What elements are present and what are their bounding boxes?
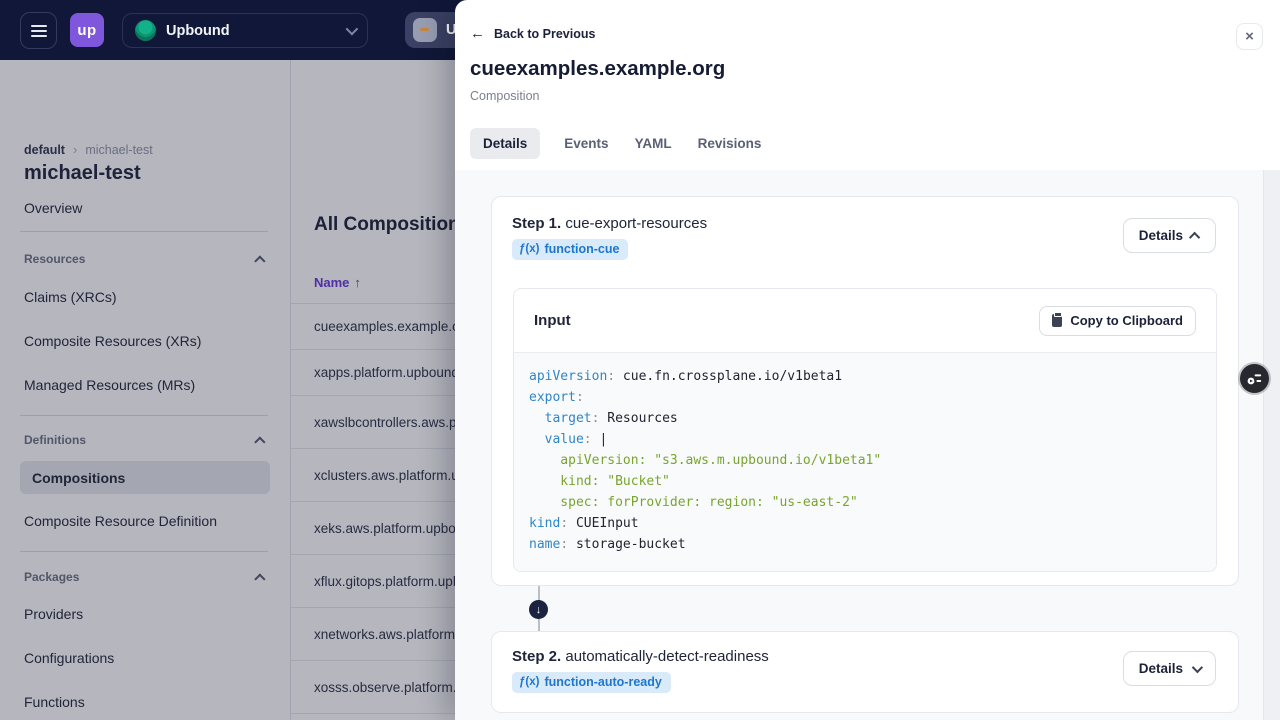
copy-to-clipboard-button[interactable]: Copy to Clipboard <box>1039 305 1196 336</box>
hamburger-menu-button[interactable] <box>20 12 57 49</box>
function-cue-badge: ƒ(x) function-cue <box>512 239 629 260</box>
step-2-card: Step 2. automatically-detect-readiness ƒ… <box>491 631 1239 713</box>
control-plane-avatar-icon <box>413 18 437 42</box>
panel-tabs: Details Events YAML Revisions <box>470 128 763 159</box>
org-selector-dropdown[interactable]: Upbound <box>122 13 368 48</box>
tab-details[interactable]: Details <box>470 128 541 159</box>
copy-label: Copy to Clipboard <box>1070 313 1183 328</box>
step-1-name: cue-export-resources <box>565 215 708 232</box>
arrow-down-icon: ↓ <box>529 600 548 619</box>
tab-yaml[interactable]: YAML <box>633 136 674 151</box>
panel-subtitle: Composition <box>470 89 540 103</box>
step-1-label: Step 1. <box>512 215 562 232</box>
back-to-previous-button[interactable]: ← Back to Previous <box>470 26 595 41</box>
function-auto-ready-badge: ƒ(x) function-auto-ready <box>512 672 671 693</box>
step-1-heading: Step 1. cue-export-resources <box>512 215 1218 232</box>
org-selector-label: Upbound <box>166 22 230 39</box>
back-label: Back to Previous <box>494 26 596 41</box>
panel-content: Step 1. cue-export-resources ƒ(x) functi… <box>455 170 1280 720</box>
tab-events[interactable]: Events <box>562 136 610 151</box>
composition-detail-panel: ← Back to Previous × cueexamples.example… <box>455 0 1280 720</box>
step-2-label: Step 2. <box>512 648 562 665</box>
input-card-title: Input <box>534 312 571 329</box>
details-label: Details <box>1138 661 1183 676</box>
panel-title: cueexamples.example.org <box>470 57 726 80</box>
scrollbar-track[interactable] <box>1263 170 1280 720</box>
chevron-down-icon <box>1191 661 1204 673</box>
chevron-down-icon <box>345 22 359 36</box>
modal-overlay[interactable] <box>0 60 455 720</box>
tab-revisions[interactable]: Revisions <box>696 136 764 151</box>
input-card: Input Copy to Clipboard apiVersion: cue.… <box>513 288 1217 572</box>
badge-label: function-cue <box>544 242 620 256</box>
feedback-widget-button[interactable] <box>1240 364 1269 393</box>
hamburger-icon <box>30 24 47 27</box>
close-icon: × <box>1245 28 1254 45</box>
function-icon: ƒ(x) <box>519 676 540 688</box>
annotation-list-icon <box>1247 374 1262 385</box>
clipboard-icon <box>1052 312 1063 327</box>
step-1-details-button[interactable]: Details <box>1122 218 1216 253</box>
close-panel-button[interactable]: × <box>1236 23 1263 50</box>
step-2-details-button[interactable]: Details <box>1122 651 1216 686</box>
step-2-heading: Step 2. automatically-detect-readiness <box>512 648 1218 665</box>
function-icon: ƒ(x) <box>519 243 540 255</box>
details-label: Details <box>1138 228 1183 243</box>
badge-label: function-auto-ready <box>544 675 662 689</box>
upbound-logo[interactable]: up <box>70 13 104 47</box>
chevron-up-icon <box>1188 231 1201 243</box>
yaml-code-block: apiVersion: cue.fn.crossplane.io/v1beta1… <box>514 352 1216 571</box>
back-arrow-icon: ← <box>470 25 485 42</box>
org-avatar-icon <box>135 20 156 41</box>
step-1-card: Step 1. cue-export-resources ƒ(x) functi… <box>491 196 1239 586</box>
step-2-name: automatically-detect-readiness <box>565 648 769 665</box>
